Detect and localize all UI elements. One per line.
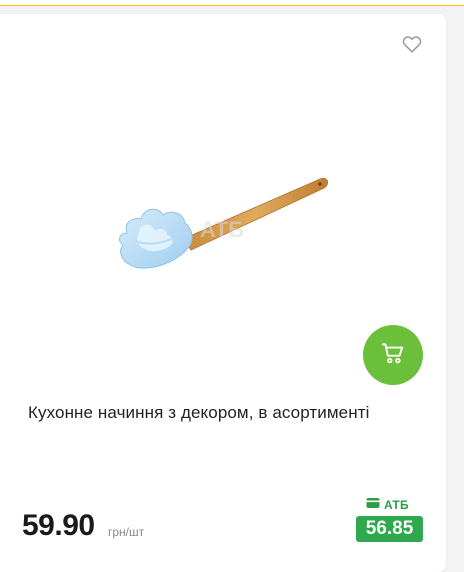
- watermark-logo: АТБ: [200, 217, 244, 242]
- add-to-cart-button[interactable]: [363, 325, 423, 385]
- atb-card-label: АТБ: [366, 498, 409, 512]
- atb-card-price: 56.85: [356, 516, 423, 542]
- regular-price: 59.90: [22, 509, 95, 542]
- heart-icon[interactable]: [401, 33, 423, 55]
- top-accent-rule: [0, 0, 464, 6]
- product-title[interactable]: Кухонне начиння з декором, в асортименті: [28, 402, 428, 424]
- product-card[interactable]: [0, 14, 446, 572]
- product-image[interactable]: АТБ: [105, 175, 340, 285]
- atb-label-text: АТБ: [384, 498, 409, 512]
- wallet-card-icon: [366, 496, 380, 514]
- price-unit: грн/шт: [108, 525, 145, 539]
- shopping-cart-icon: [380, 340, 406, 371]
